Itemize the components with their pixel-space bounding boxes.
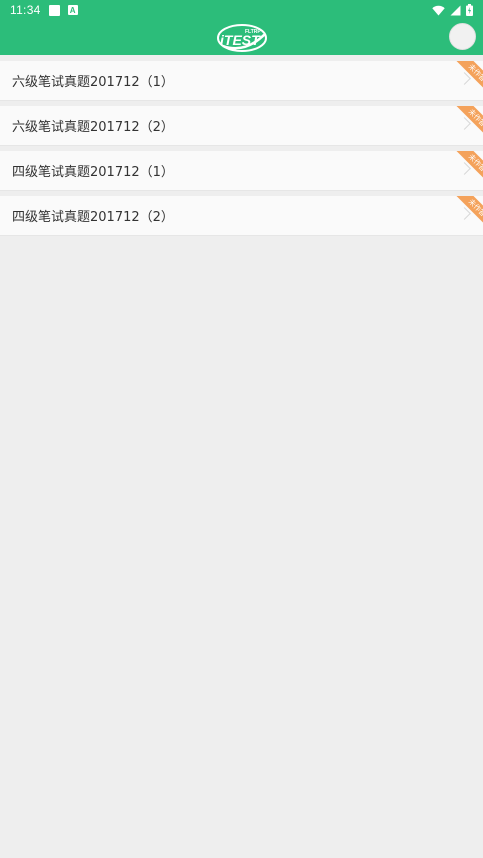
- exam-list: 六级笔试真题201712（1） 未作答 六级笔试真题201712（2） 未作答 …: [0, 61, 483, 241]
- exam-item-title: 四级笔试真题201712（1）: [12, 165, 174, 180]
- notification-a-icon: A: [67, 5, 78, 15]
- user-avatar[interactable]: [449, 23, 476, 50]
- exam-item[interactable]: 四级笔试真题201712（2） 未作答: [0, 196, 483, 235]
- exam-item[interactable]: 六级笔试真题201712（1） 未作答: [0, 61, 483, 100]
- exam-item-title: 六级笔试真题201712（1）: [12, 75, 174, 90]
- cell-signal-icon: [450, 5, 461, 15]
- app-bar: FLTRP iTEST: [0, 20, 483, 55]
- wifi-icon: [432, 5, 445, 15]
- status-bar: 11:34 A: [0, 0, 483, 20]
- notification-square-icon: [48, 4, 60, 16]
- exam-item[interactable]: 六级笔试真题201712（2） 未作答: [0, 106, 483, 145]
- status-time: 11:34: [10, 3, 41, 17]
- exam-item[interactable]: 四级笔试真题201712（1） 未作答: [0, 151, 483, 190]
- battery-icon: [466, 4, 473, 16]
- exam-item-title: 四级笔试真题201712（2）: [12, 210, 174, 225]
- logo-text: iTEST: [220, 32, 261, 48]
- exam-item-title: 六级笔试真题201712（2）: [12, 120, 174, 135]
- itest-logo: FLTRP iTEST: [217, 24, 267, 52]
